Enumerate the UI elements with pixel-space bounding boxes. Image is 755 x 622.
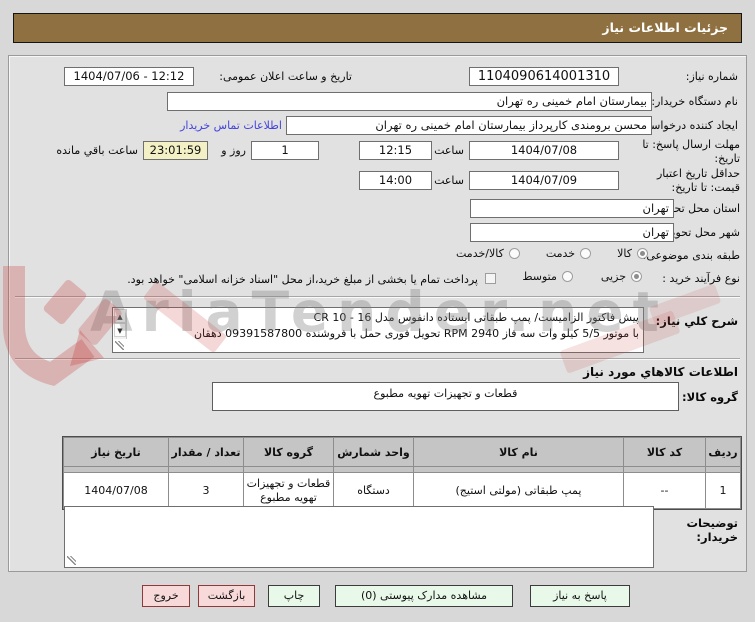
col-item-code: کد کالا	[623, 437, 706, 467]
col-item-name: نام کالا	[413, 437, 624, 467]
respond-to-need-button[interactable]: پاسخ به نیاز	[530, 585, 630, 607]
validity-hour-label: ساعت	[434, 174, 464, 187]
treasury-checkbox	[485, 273, 496, 284]
page-title: جزئیات اطلاعات نیاز	[13, 13, 742, 43]
treasury-checkbox-label: پرداخت تمام یا بخشی از مبلغ خرید،از محل …	[127, 273, 478, 286]
general-description-textarea[interactable]: ▲ ▼ پیش فاکتور الزامیست/ پمپ طبقاتی ایست…	[112, 307, 644, 353]
process-type-label: نوع فرآیند خرید :	[662, 272, 740, 285]
classification-label: طبقه بندی موضوعی:	[642, 249, 740, 262]
deadline-hour-label: ساعت	[434, 144, 464, 157]
buyer-notes-text	[83, 509, 649, 565]
radio-minor-icon	[631, 271, 642, 282]
scroll-up-icon[interactable]: ▲	[114, 309, 126, 323]
radio-medium-icon	[561, 271, 573, 282]
price-validity-label: حداقل تاریخ اعتبار قیمت: تا تاریخ:	[656, 167, 740, 194]
radio-goods-icon	[637, 248, 648, 259]
classification-option-service: خدمت	[545, 247, 592, 260]
need-info-panel: شماره نیاز: 1104090614001310 تاریخ و ساع…	[8, 55, 747, 572]
scroll-down-icon[interactable]: ▼	[114, 323, 126, 337]
delivery-province-field[interactable]: تهران	[470, 199, 674, 218]
view-attachments-button[interactable]: مشاهده مدارک پیوستی (0)	[335, 585, 513, 607]
radio-goods-service-label: کالا/خدمت	[456, 247, 504, 260]
cell-group: قطعات و تجهیزات تهویه مطبوع	[243, 472, 334, 509]
announce-datetime-field[interactable]: 1404/07/06 - 12:12	[64, 67, 194, 86]
cell-item-name: پمپ طبقاتی (مولتی استیج)	[413, 472, 624, 509]
price-validity-time-field[interactable]: 14:00	[359, 171, 432, 190]
buyer-contact-link[interactable]: اطلاعات تماس خریدار	[180, 119, 282, 132]
classification-option-goods-service: کالا/خدمت	[456, 247, 520, 260]
goods-table-header-row: ردیف کد کالا نام کالا واحد شمارش گروه کا…	[63, 437, 741, 467]
separator	[15, 296, 740, 298]
cell-row-index: 1	[705, 472, 741, 509]
remaining-time-field: 23:01:59	[143, 141, 208, 160]
goods-group-field[interactable]: قطعات و تجهیزات تهویه مطبوع	[212, 382, 679, 411]
response-deadline-date-field[interactable]: 1404/07/08	[469, 141, 619, 160]
goods-table: ردیف کد کالا نام کالا واحد شمارش گروه کا…	[63, 437, 741, 509]
delivery-city-field[interactable]: تهران	[470, 223, 674, 242]
request-creator-field[interactable]: محسن برومندی کارپرداز بیمارستان امام خمی…	[286, 116, 652, 135]
classification-option-goods: کالا	[617, 247, 648, 260]
need-details-window: جزئیات اطلاعات نیاز شماره نیاز: 11040906…	[0, 0, 755, 622]
radio-goods-service-icon	[508, 248, 520, 259]
response-deadline-label: مهلت ارسال پاسخ: تا تاریخ:	[642, 138, 740, 165]
announce-datetime-label: تاریخ و ساعت اعلان عمومی:	[219, 70, 352, 83]
goods-section-title: اطلاعات کالاهاي مورد نیاز	[583, 365, 738, 379]
col-group: گروه کالا	[243, 437, 334, 467]
remaining-days-label: روز و	[221, 144, 246, 157]
resize-handle-icon[interactable]	[115, 341, 124, 350]
radio-service-label: خدمت	[545, 247, 576, 260]
print-button[interactable]: چاپ	[268, 585, 320, 607]
col-row-index: ردیف	[705, 437, 741, 467]
buyer-notes-textarea[interactable]	[64, 506, 654, 568]
textarea-scrollbar: ▲ ▼	[114, 309, 127, 339]
process-option-medium: متوسط	[522, 270, 573, 283]
process-option-minor: جزیی	[601, 270, 642, 283]
back-button[interactable]: بازگشت	[198, 585, 255, 607]
radio-medium-label: متوسط	[522, 270, 557, 283]
resize-handle-icon[interactable]	[67, 556, 76, 565]
radio-goods-label: کالا	[617, 247, 632, 260]
general-description-label: شرح کلي نیاز:	[655, 314, 738, 328]
process-type-options: جزیی متوسط	[522, 270, 642, 283]
classification-options: کالا خدمت کالا/خدمت	[456, 247, 648, 260]
goods-table-row: 1 -- پمپ طبقاتی (مولتی استیج) دستگاه قطع…	[63, 472, 741, 509]
exit-button[interactable]: خروج	[142, 585, 190, 607]
general-description-text: پیش فاکتور الزامیست/ پمپ طبقاتی ایستاده …	[193, 311, 639, 340]
remaining-days-field[interactable]: 1	[251, 141, 319, 160]
radio-service-icon	[580, 248, 592, 259]
separator	[15, 358, 740, 360]
cell-item-code: --	[623, 472, 706, 509]
cell-unit: دستگاه	[333, 472, 414, 509]
remaining-time-label: ساعت باقي مانده	[56, 144, 138, 157]
buyer-notes-label: توضیحات خریدار:	[686, 516, 739, 544]
col-need-date: تاریخ نیاز	[63, 437, 169, 467]
radio-minor-label: جزیی	[600, 270, 626, 283]
cell-quantity: 3	[168, 472, 244, 509]
buyer-org-field[interactable]: بیمارستان امام خمینی ره تهران	[167, 92, 652, 111]
need-number-label: شماره نیاز:	[685, 70, 738, 83]
response-deadline-time-field[interactable]: 12:15	[359, 141, 432, 160]
col-quantity: تعداد / مقدار	[168, 437, 244, 467]
need-number-field[interactable]: 1104090614001310	[469, 67, 619, 86]
cell-need-date: 1404/07/08	[63, 472, 169, 509]
buyer-org-label: نام دستگاه خریدار:	[651, 95, 738, 108]
goods-group-label: گروه کالا:	[682, 390, 738, 404]
col-unit: واحد شمارش	[333, 437, 414, 467]
price-validity-date-field[interactable]: 1404/07/09	[469, 171, 619, 190]
